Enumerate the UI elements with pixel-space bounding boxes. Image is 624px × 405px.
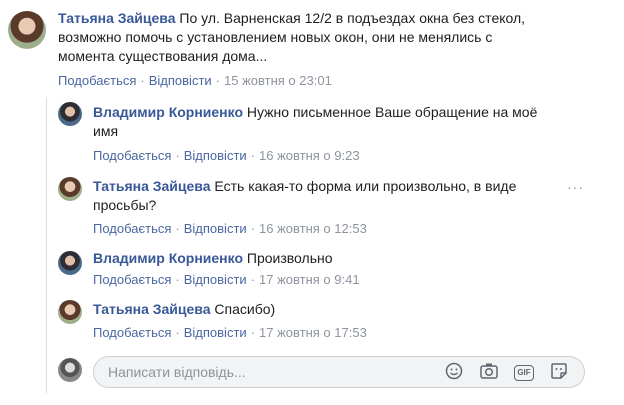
avatar[interactable] [58, 300, 82, 324]
avatar[interactable] [58, 251, 82, 275]
reply-text: Нужно письменное Ваше обращение на моё [246, 104, 538, 120]
reply-author[interactable]: Владимир Корниенко [93, 104, 243, 120]
thread-line [46, 97, 47, 393]
comment-text: По ул. Варненская 12/2 в подъездах окна … [179, 10, 526, 26]
sticker-icon[interactable] [549, 362, 569, 382]
avatar[interactable] [8, 11, 46, 49]
like-link[interactable]: Подобається [93, 325, 171, 340]
reply-text-line2: имя [93, 123, 119, 139]
like-link[interactable]: Подобається [93, 148, 171, 163]
avatar[interactable] [58, 358, 82, 382]
timestamp[interactable]: 16 жовтня о 9:23 [259, 148, 360, 163]
reply-meta: Подобається · Відповісти · 17 жовтня о 17:53 [93, 325, 367, 340]
timestamp[interactable]: 16 жовтня о 12:53 [259, 221, 367, 236]
reply-text: Есть какая-то форма или произвольно, в в… [214, 178, 517, 194]
more-options-icon[interactable]: ··· [567, 179, 584, 195]
camera-icon[interactable] [479, 362, 499, 382]
reply-body: Владимир Корниенко Произвольно [93, 249, 553, 268]
reply-link[interactable]: Відповісти [184, 221, 247, 236]
like-link[interactable]: Подобається [58, 73, 136, 88]
reply-author[interactable]: Татьяна Зайцева [93, 301, 211, 317]
comment-meta: Подобається · Відповісти · 15 жовтня о 23:01 [58, 73, 332, 88]
comment-body: Татьяна Зайцева По ул. Варненская 12/2 в… [58, 9, 618, 66]
timestamp[interactable]: 17 жовтня о 9:41 [259, 272, 360, 287]
reply-body: Татьяна Зайцева Есть какая-то форма или … [93, 177, 553, 215]
reply-body: Татьяна Зайцева Спасибо) [93, 300, 553, 319]
reply-placeholder: Написати відповідь... [108, 364, 246, 380]
comment-text-line2: возможно помочь с установлением новых ок… [58, 29, 493, 45]
reply-link[interactable]: Відповісти [149, 73, 212, 88]
reply-link[interactable]: Відповісти [184, 272, 247, 287]
reply-author[interactable]: Татьяна Зайцева [93, 178, 211, 194]
reply-link[interactable]: Відповісти [184, 148, 247, 163]
reply-text: Спасибо) [214, 301, 276, 317]
timestamp[interactable]: 15 жовтня о 23:01 [224, 73, 332, 88]
smile-icon[interactable] [444, 362, 464, 382]
reply-author[interactable]: Владимир Корниенко [93, 250, 243, 266]
reply-meta: Подобається · Відповісти · 17 жовтня о 9:41 [93, 272, 360, 287]
reply-text: Произвольно [246, 250, 333, 266]
reply-input[interactable]: Написати відповідь... GIF [93, 356, 585, 388]
comment-author[interactable]: Татьяна Зайцева [58, 10, 176, 26]
reply-body: Владимир Корниенко Нужно письменное Ваше… [93, 103, 573, 141]
reply-text-line2: просьбы? [93, 197, 157, 213]
reply-meta: Подобається · Відповісти · 16 жовтня о 12:53 [93, 221, 367, 236]
like-link[interactable]: Подобається [93, 221, 171, 236]
reply-meta: Подобається · Відповісти · 16 жовтня о 9:23 [93, 148, 360, 163]
gif-icon[interactable]: GIF [514, 365, 534, 381]
avatar[interactable] [58, 177, 82, 201]
comment-text-line3: момента существования дома... [58, 48, 268, 64]
avatar[interactable] [58, 102, 82, 126]
reply-link[interactable]: Відповісти [184, 325, 247, 340]
timestamp[interactable]: 17 жовтня о 17:53 [259, 325, 367, 340]
like-link[interactable]: Подобається [93, 272, 171, 287]
